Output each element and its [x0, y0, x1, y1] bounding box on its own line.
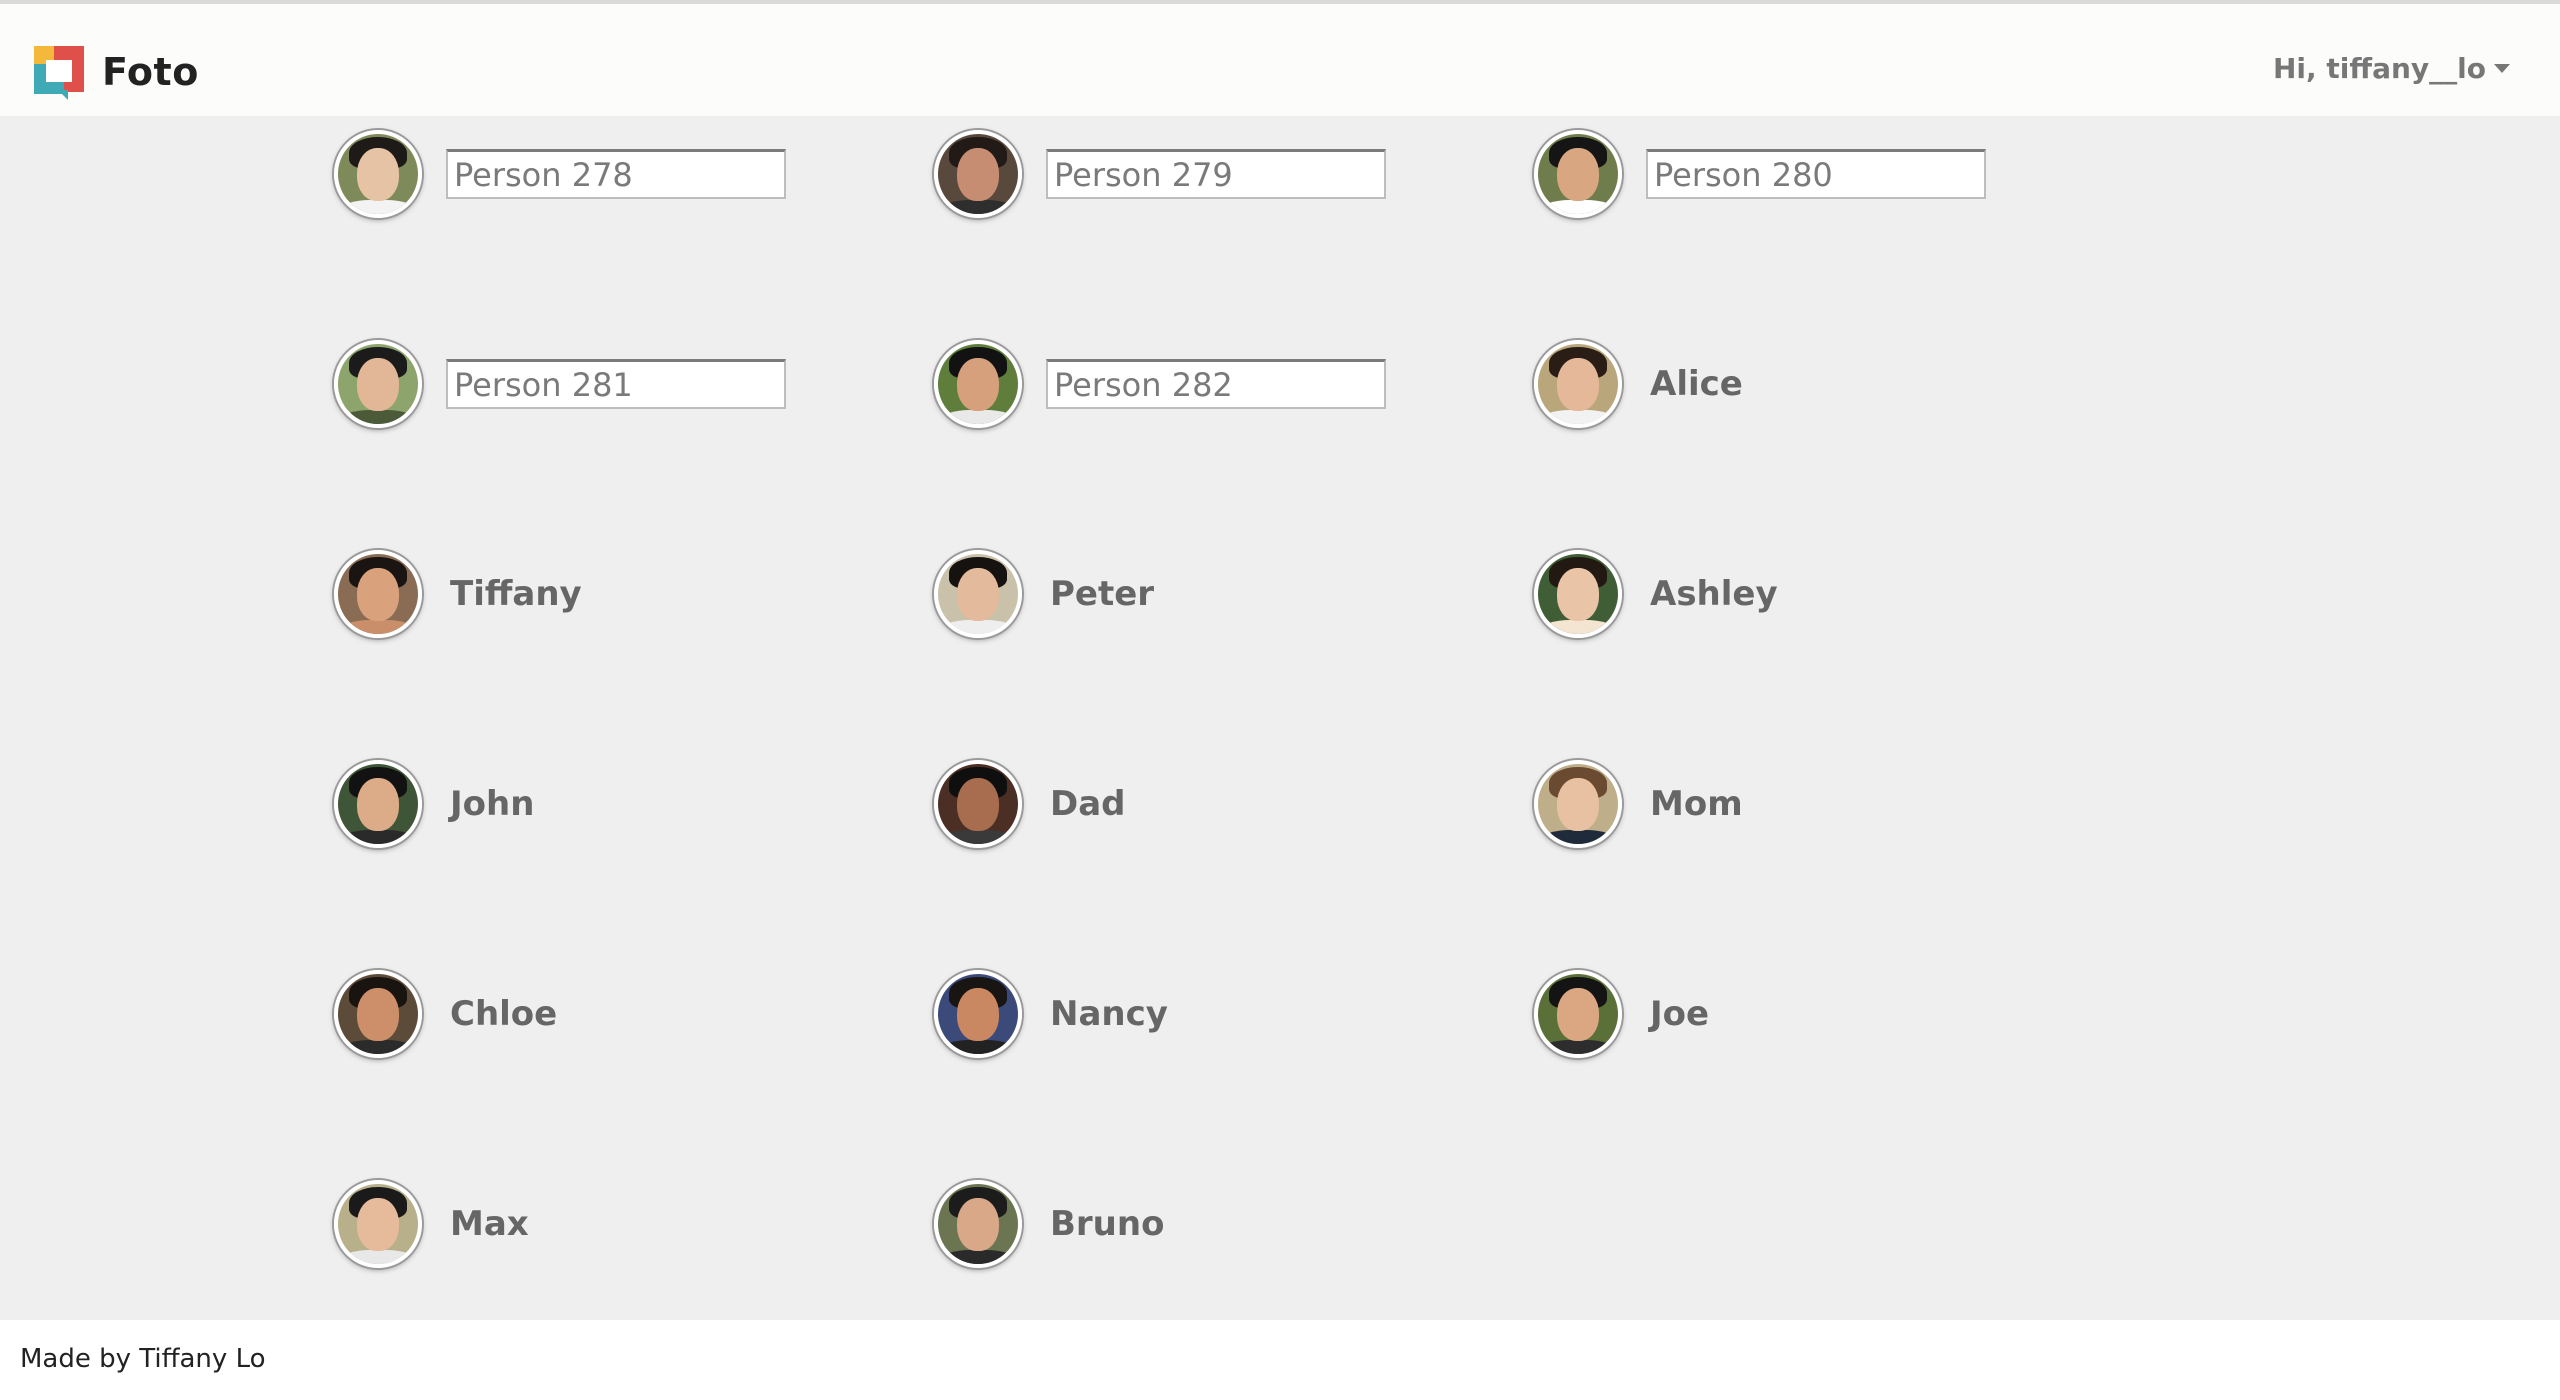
person-avatar[interactable] — [334, 340, 422, 428]
navbar: Foto Hi, tiffany__lo — [0, 4, 2560, 116]
person-card: John — [334, 756, 534, 852]
person-card — [934, 126, 1386, 222]
person-card: Bruno — [934, 1176, 1164, 1272]
person-avatar[interactable] — [1534, 130, 1622, 218]
person-name-label[interactable]: Bruno — [1050, 1204, 1164, 1244]
person-name-input[interactable] — [1046, 359, 1386, 409]
person-avatar[interactable] — [934, 550, 1022, 638]
brand[interactable]: Foto — [34, 42, 199, 102]
footer-credit: Made by Tiffany Lo — [20, 1344, 266, 1374]
person-avatar[interactable] — [334, 760, 422, 848]
footer: Made by Tiffany Lo — [0, 1320, 2560, 1400]
person-card — [934, 336, 1386, 432]
person-name-input[interactable] — [446, 359, 786, 409]
person-avatar[interactable] — [334, 550, 422, 638]
person-card: Nancy — [934, 966, 1168, 1062]
person-card: Max — [334, 1176, 529, 1272]
person-card: Dad — [934, 756, 1126, 852]
person-avatar[interactable] — [934, 1180, 1022, 1268]
person-avatar[interactable] — [1534, 970, 1622, 1058]
person-name-label[interactable]: Chloe — [450, 994, 557, 1034]
person-avatar[interactable] — [1534, 550, 1622, 638]
person-name-label[interactable]: Ashley — [1650, 574, 1778, 614]
person-avatar[interactable] — [934, 340, 1022, 428]
person-name-label[interactable]: Tiffany — [450, 574, 582, 614]
person-card — [334, 126, 786, 222]
person-name-label[interactable]: Dad — [1050, 784, 1126, 824]
person-card: Chloe — [334, 966, 557, 1062]
brand-name: Foto — [102, 50, 199, 94]
person-card — [334, 336, 786, 432]
person-name-input[interactable] — [1046, 149, 1386, 199]
chevron-down-icon — [2494, 64, 2510, 73]
person-card: Joe — [1534, 966, 1709, 1062]
person-avatar[interactable] — [1534, 340, 1622, 428]
person-card: Mom — [1534, 756, 1743, 852]
person-card: Alice — [1534, 336, 1743, 432]
person-avatar[interactable] — [934, 130, 1022, 218]
person-name-label[interactable]: Peter — [1050, 574, 1154, 614]
person-avatar[interactable] — [934, 970, 1022, 1058]
person-avatar[interactable] — [334, 970, 422, 1058]
person-name-label[interactable]: John — [450, 784, 534, 824]
person-avatar[interactable] — [1534, 760, 1622, 848]
person-card: Tiffany — [334, 546, 582, 642]
person-avatar[interactable] — [334, 130, 422, 218]
person-name-label[interactable]: Max — [450, 1204, 529, 1244]
person-card: Peter — [934, 546, 1154, 642]
person-card: Ashley — [1534, 546, 1778, 642]
user-menu[interactable]: Hi, tiffany__lo — [2273, 52, 2510, 85]
user-greeting: Hi, tiffany__lo — [2273, 52, 2486, 85]
foto-logo-icon — [34, 46, 86, 100]
person-avatar[interactable] — [334, 1180, 422, 1268]
person-name-label[interactable]: Mom — [1650, 784, 1743, 824]
person-name-label[interactable]: Alice — [1650, 364, 1743, 404]
person-name-input[interactable] — [446, 149, 786, 199]
person-name-label[interactable]: Joe — [1650, 994, 1709, 1034]
person-name-input[interactable] — [1646, 149, 1986, 199]
person-avatar[interactable] — [934, 760, 1022, 848]
person-card — [1534, 126, 1986, 222]
person-name-label[interactable]: Nancy — [1050, 994, 1168, 1034]
people-grid: Alice Tiffany Peter Ashley John Dad Mom Chloe Na… — [0, 116, 2560, 1320]
